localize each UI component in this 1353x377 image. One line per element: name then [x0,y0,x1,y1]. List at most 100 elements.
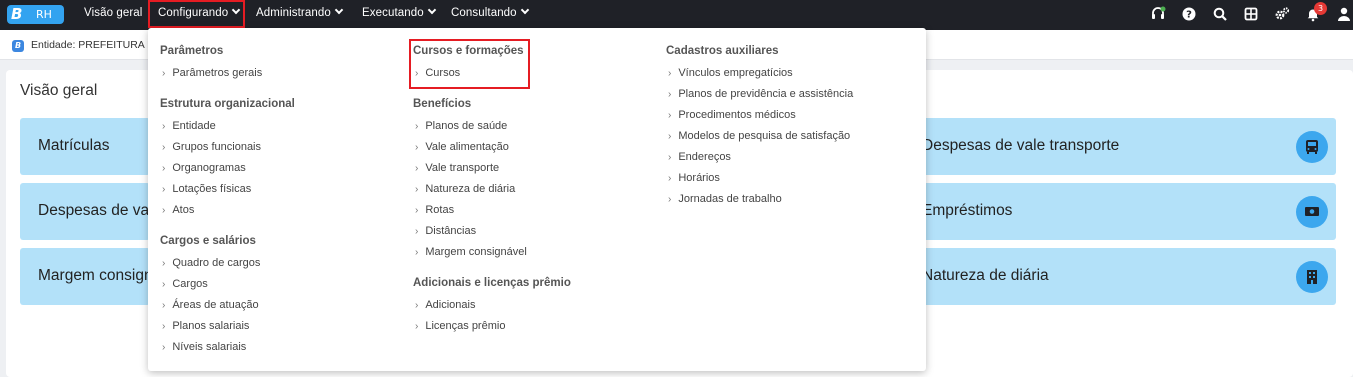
app-logo[interactable]: B RH [7,5,64,24]
menu-link-atos[interactable]: › Atos [162,204,194,216]
menu-link-rotas[interactable]: › Rotas [415,204,454,216]
menu-link-procedimentos-medicos[interactable]: › Procedimentos médicos [668,109,796,121]
menu-link-natureza-diaria[interactable]: › Natureza de diária [415,183,515,195]
menu-link-enderecos[interactable]: › Endereços [668,151,731,163]
menu-link-areas-atuacao[interactable]: › Áreas de atuação [162,299,259,311]
chevron-right-icon: › [668,173,672,184]
search-icon[interactable] [1212,6,1228,22]
chevron-right-icon: › [162,342,166,353]
headset-icon[interactable] [1150,6,1166,22]
menu-link-label: Lotações físicas [172,183,252,195]
menu-link-label: Adicionais [425,299,476,311]
chevron-right-icon: › [668,131,672,142]
nav-label: Consultando [451,7,517,19]
page-title: Visão geral [20,82,98,99]
svg-text:?: ? [1186,10,1192,21]
section-title-cargos-salarios: Cargos e salários [160,235,256,247]
money-icon [1296,196,1328,228]
card-margem[interactable]: Margem consign [20,248,153,305]
notification-badge: 3 [1314,2,1327,15]
menu-link-parametros-gerais[interactable]: › Parâmetros gerais [162,67,262,79]
settings-icon[interactable] [1274,6,1290,22]
menu-link-label: Planos de saúde [425,120,508,132]
menu-link-label: Vale transporte [425,162,500,174]
menu-link-label: Cargos [172,278,208,290]
menu-link-grupos-funcionais[interactable]: › Grupos funcionais [162,141,261,153]
apps-grid-icon[interactable] [1243,6,1259,22]
menu-link-label: Vínculos empregatícios [678,67,793,79]
nav-consultando[interactable]: Consultando [451,0,529,27]
menu-link-cargos[interactable]: › Cargos [162,278,208,290]
menu-link-jornadas-trabalho[interactable]: › Jornadas de trabalho [668,193,782,205]
help-icon[interactable]: ? [1181,6,1197,22]
menu-link-label: Planos de previdência e assistência [678,88,854,100]
chevron-right-icon: › [415,300,419,311]
menu-link-planos-previdencia[interactable]: › Planos de previdência e assistência [668,88,853,100]
card-label: Matrículas [38,137,110,154]
logo-text: RH [36,8,52,21]
menu-link-vinculos[interactable]: › Vínculos empregatícios [668,67,793,79]
card-natureza-diaria[interactable]: Natureza de diária [920,248,1336,305]
menu-link-distancias[interactable]: › Distâncias [415,225,476,237]
chevron-down-icon [520,5,529,15]
chevron-down-icon [334,5,344,15]
menu-link-label: Licenças prêmio [425,320,506,332]
card-matriculas[interactable]: Matrículas [20,118,150,175]
chevron-right-icon: › [162,300,166,311]
menu-link-label: Atos [172,204,195,216]
chevron-right-icon: › [162,258,166,269]
menu-link-vale-transporte[interactable]: › Vale transporte [415,162,499,174]
chevron-right-icon: › [415,247,419,258]
card-emprestimos[interactable]: Empréstimos [920,183,1336,240]
menu-link-label: Organogramas [172,162,246,174]
menu-link-organogramas[interactable]: › Organogramas [162,162,246,174]
section-title-cadastros-auxiliares: Cadastros auxiliares [666,45,779,57]
logo-letter: B [11,5,23,23]
menu-link-label: Quadro de cargos [172,257,261,269]
menu-link-label: Níveis salariais [172,341,247,353]
menu-link-entidade[interactable]: › Entidade [162,120,216,132]
configurando-dropdown-menu: Parâmetros › Parâmetros gerais Estrutura … [148,28,926,371]
menu-link-quadro-cargos[interactable]: › Quadro de cargos [162,257,260,269]
card-label: Despesas de vale transporte [922,137,1120,154]
chevron-right-icon: › [415,163,419,174]
section-title-estrutura: Estrutura organizacional [160,98,295,110]
menu-link-niveis-salariais[interactable]: › Níveis salariais [162,341,246,353]
menu-link-label: Procedimentos médicos [678,109,796,121]
chevron-right-icon: › [668,194,672,205]
menu-link-label: Áreas de atuação [172,299,259,311]
user-icon[interactable] [1336,6,1352,22]
card-despesas[interactable]: Despesas de val [20,183,153,240]
section-title-beneficios: Benefícios [413,98,472,110]
active-nav-highlight [148,0,245,28]
section-title-adicionais-licencas: Adicionais e licenças prêmio [413,277,571,289]
menu-link-horarios[interactable]: › Horários [668,172,720,184]
chevron-right-icon: › [668,110,672,121]
nav-administrando[interactable]: Administrando [256,0,344,27]
card-despesas-vale-transporte[interactable]: Despesas de vale transporte [920,118,1336,175]
menu-link-modelos-pesquisa[interactable]: › Modelos de pesquisa de satisfação [668,130,850,142]
menu-link-label: Jornadas de trabalho [678,193,782,205]
nav-executando[interactable]: Executando [362,0,436,27]
section-title-parametros: Parâmetros [160,45,224,57]
chevron-right-icon: › [162,68,166,79]
menu-link-label: Vale alimentação [425,141,509,153]
menu-link-planos-salariais[interactable]: › Planos salariais [162,320,249,332]
chevron-right-icon: › [415,121,419,132]
building-icon [1296,261,1328,293]
menu-link-licencas-premio[interactable]: › Licenças prêmio [415,320,505,332]
card-label: Despesas de val [38,202,153,219]
menu-link-vale-alimentacao[interactable]: › Vale alimentação [415,141,509,153]
nav-label: Executando [362,7,424,19]
chevron-right-icon: › [162,142,166,153]
nav-visao-geral[interactable]: Visão geral [84,0,142,27]
menu-link-lotacoes-fisicas[interactable]: › Lotações físicas [162,183,251,195]
entity-label[interactable]: Entidade: PREFEITURA D [31,39,155,51]
chevron-right-icon: › [668,152,672,163]
menu-link-margem-consignavel[interactable]: › Margem consignável [415,246,527,258]
chevron-right-icon: › [415,184,419,195]
menu-link-adicionais[interactable]: › Adicionais [415,299,475,311]
menu-link-planos-saude[interactable]: › Planos de saúde [415,120,507,132]
chevron-right-icon: › [415,321,419,332]
card-label: Margem consign [38,267,153,284]
